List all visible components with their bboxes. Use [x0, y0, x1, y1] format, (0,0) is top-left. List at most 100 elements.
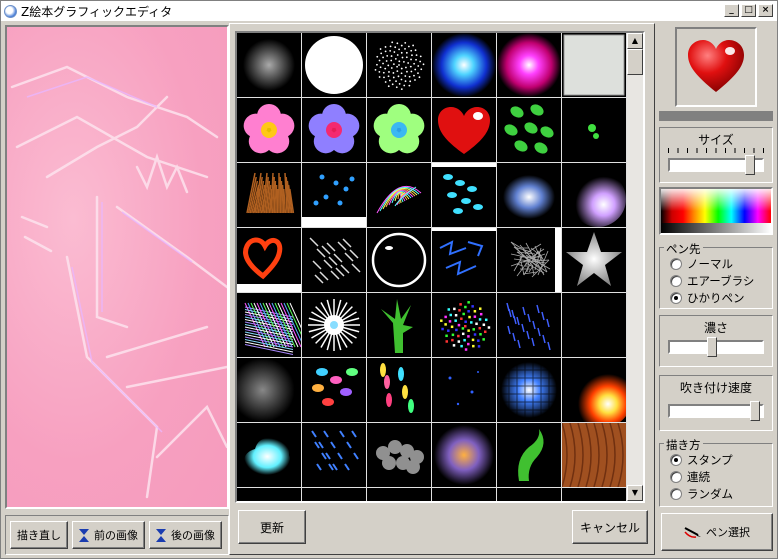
pen-icon — [684, 527, 701, 538]
pen-tip-option[interactable]: エアーブラシ — [660, 272, 772, 289]
size-label: サイズ — [698, 133, 734, 147]
stamp-green-leaves[interactable] — [497, 98, 561, 162]
pen-color-bar — [659, 111, 773, 121]
stamp-blue-sparkles[interactable] — [302, 163, 366, 227]
stamp-purple-flower[interactable] — [302, 98, 366, 162]
density-slider[interactable] — [668, 336, 764, 362]
pen-tip-option[interactable]: ひかりペン — [660, 289, 772, 306]
stamp-green-dots[interactable] — [562, 98, 626, 162]
pen-tip-option-label: エアーブラシ — [687, 273, 755, 288]
maximize-button[interactable]: □ — [741, 4, 756, 17]
stamp-cell-partial[interactable] — [302, 488, 366, 501]
stamp-red-heart[interactable] — [432, 98, 496, 162]
stamp-white-circle[interactable] — [302, 33, 366, 97]
stamp-white-burst[interactable] — [302, 293, 366, 357]
stamp-cyan-bubbles[interactable] — [432, 163, 496, 227]
stamp-cell-partial[interactable] — [237, 488, 301, 501]
radio-button[interactable] — [670, 274, 682, 287]
green-flower-icon — [373, 104, 425, 154]
spray-speed-slider-thumb[interactable] — [750, 401, 760, 421]
green-grass-icon — [381, 299, 413, 353]
scroll-thumb[interactable] — [627, 49, 643, 75]
yellow-drops-icon — [380, 363, 414, 413]
stamp-cell-partial[interactable] — [432, 488, 496, 501]
stamp-fire-explosion[interactable] — [562, 358, 626, 422]
stamp-blue-cloud[interactable] — [497, 163, 561, 227]
stamp-colored-scribble[interactable] — [367, 163, 431, 227]
prev-image-button[interactable]: 前の画像 — [72, 521, 145, 549]
radio-button[interactable] — [670, 257, 682, 270]
redraw-button[interactable]: 描き直し — [10, 521, 68, 549]
size-slider-thumb[interactable] — [745, 155, 755, 175]
stamp-blue-net-sphere[interactable] — [497, 358, 561, 422]
density-group: 濃さ — [659, 315, 773, 367]
stamp-blue-grid-sphere[interactable] — [562, 293, 626, 357]
white-blue-glow-icon — [570, 171, 626, 227]
scroll-up-button[interactable]: ▲ — [627, 33, 643, 49]
stamp-green-grass[interactable] — [367, 293, 431, 357]
size-slider[interactable] — [668, 148, 764, 178]
size-group: サイズ — [659, 127, 773, 183]
stamp-white-star[interactable] — [562, 228, 626, 292]
pink-flower-icon — [243, 104, 295, 154]
stamp-rainbow-crosshatch[interactable] — [237, 293, 301, 357]
stamp-scrollbar[interactable]: ▲ ▼ — [627, 33, 643, 501]
close-button[interactable]: × — [758, 4, 773, 17]
white-circle-icon — [305, 36, 363, 94]
next-image-button[interactable]: 後の画像 — [149, 521, 222, 549]
stamp-white-scratches[interactable] — [302, 228, 366, 292]
stamp-blue-small-dots[interactable] — [432, 358, 496, 422]
scroll-down-button[interactable]: ▼ — [627, 485, 643, 501]
drawing-canvas[interactable] — [5, 25, 229, 509]
density-label: 濃さ — [703, 321, 728, 335]
cancel-button[interactable]: キャンセル — [572, 510, 648, 544]
stamp-magenta-glow[interactable] — [497, 33, 561, 97]
radio-button[interactable] — [670, 453, 682, 466]
stamp-brown-hair[interactable] — [237, 163, 301, 227]
stamp-blue-rain[interactable] — [302, 423, 366, 487]
stamp-gray-scribble[interactable] — [497, 228, 561, 292]
blue-net-sphere-icon — [500, 361, 558, 419]
stamp-cell-partial[interactable] — [367, 488, 431, 501]
draw-mode-option[interactable]: 連続 — [660, 468, 772, 485]
stamp-cell-partial[interactable] — [562, 488, 626, 501]
stamp-white-dots[interactable] — [367, 33, 431, 97]
stamp-wood-texture[interactable] — [562, 423, 626, 487]
stamp-blue-lightning[interactable] — [432, 228, 496, 292]
stamp-light-gray-square[interactable] — [562, 33, 626, 97]
stamp-multicolor-dots[interactable] — [432, 293, 496, 357]
stamp-cell-partial[interactable] — [497, 488, 561, 501]
density-slider-thumb[interactable] — [707, 337, 717, 357]
stamp-blue-streaks[interactable] — [497, 293, 561, 357]
draw-mode-option[interactable]: スタンプ — [660, 451, 772, 468]
spray-speed-slider[interactable] — [668, 398, 764, 426]
stamp-blue-glow[interactable] — [432, 33, 496, 97]
stamp-white-blue-glow[interactable] — [562, 163, 626, 227]
draw-mode-option[interactable]: ランダム — [660, 485, 772, 502]
stamp-yellow-drops[interactable] — [367, 358, 431, 422]
title-bar: Z絵本グラフィックエディタ _ □ × — [1, 1, 777, 21]
stamp-soft-gray-blur[interactable] — [237, 33, 301, 97]
update-button[interactable]: 更新 — [238, 510, 306, 544]
stamp-gray-smoke[interactable] — [367, 423, 431, 487]
pen-tip-option[interactable]: ノーマル — [660, 255, 772, 272]
stamp-gray-fog[interactable] — [237, 358, 301, 422]
stamp-cyan-cloud[interactable] — [237, 423, 301, 487]
stamp-orange-heart-outline[interactable] — [237, 228, 301, 292]
color-palette[interactable] — [659, 187, 773, 235]
minimize-button[interactable]: _ — [724, 4, 739, 17]
stamp-green-flower[interactable] — [367, 98, 431, 162]
radio-button[interactable] — [670, 291, 682, 304]
purple-orange-orb-icon — [434, 425, 494, 485]
radio-button[interactable] — [670, 487, 682, 500]
radio-button[interactable] — [670, 470, 682, 483]
pen-select-button[interactable]: ペン選択 — [661, 513, 773, 551]
stamp-colored-blobs[interactable] — [302, 358, 366, 422]
window-title: Z絵本グラフィックエディタ — [21, 4, 173, 19]
stamp-white-ring[interactable] — [367, 228, 431, 292]
stamp-purple-orange-orb[interactable] — [432, 423, 496, 487]
stamp-green-sprout[interactable] — [497, 423, 561, 487]
hourglass-icon — [79, 528, 89, 542]
blue-rain-icon — [311, 430, 359, 471]
stamp-pink-flower[interactable] — [237, 98, 301, 162]
